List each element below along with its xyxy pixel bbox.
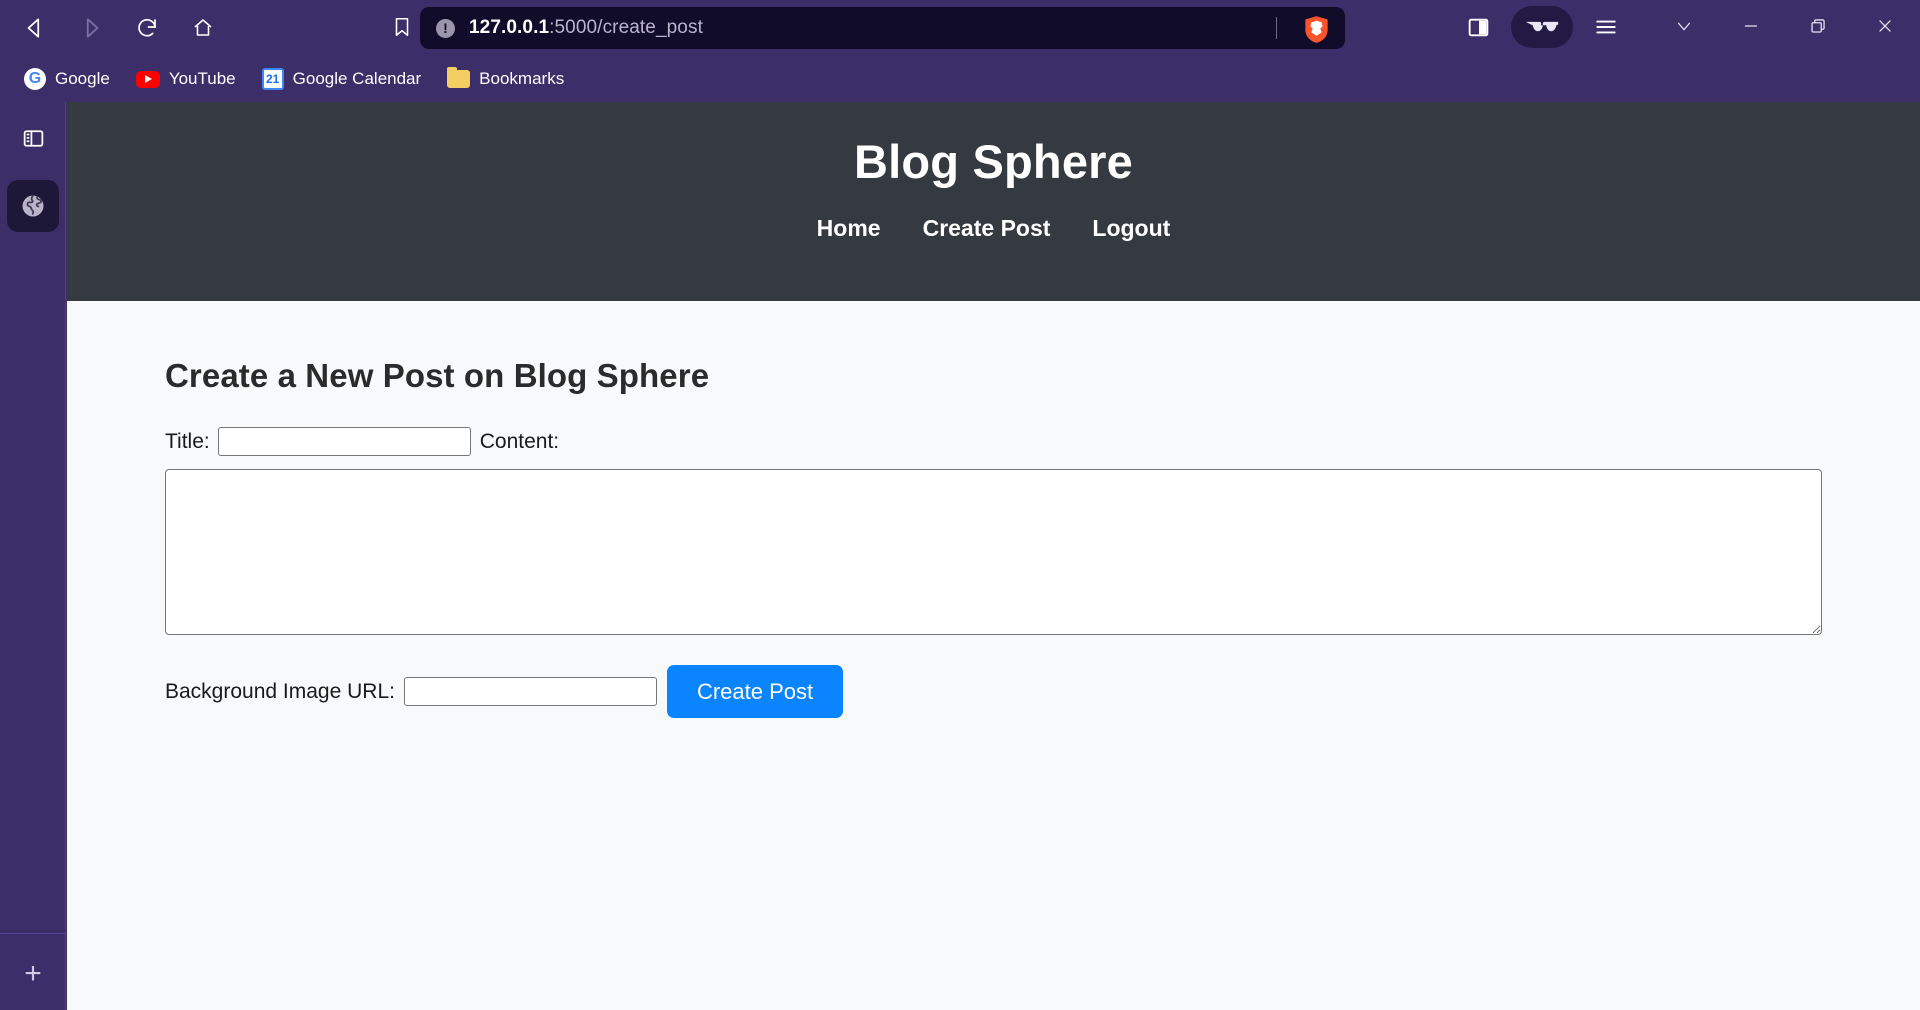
address-host: 127.0.0.1 <box>469 17 550 38</box>
form-heading: Create a New Post on Blog Sphere <box>165 357 710 394</box>
address-path: :5000/create_post <box>549 17 703 38</box>
sidebar-toggle-icon[interactable] <box>11 116 55 160</box>
background-url-field-row: Background Image URL: Create Post <box>165 665 1822 718</box>
title-field-row: Title: Content: <box>165 427 1822 456</box>
bookmark-label: Bookmarks <box>479 69 565 88</box>
browser-side-panel: + <box>0 102 66 1010</box>
bookmark-label: YouTube <box>168 69 236 88</box>
nav-link-home[interactable]: Home <box>817 215 881 242</box>
browser-chrome: ! 127.0.0.1:5000/create_post G Google Yo… <box>0 0 1920 102</box>
background-image-url-label: Background Image URL: <box>165 679 395 703</box>
window-restore-icon[interactable] <box>1784 0 1851 52</box>
background-image-url-input[interactable] <box>403 677 657 706</box>
bookmarks-bar: G Google YouTube 21 Google Calendar Book… <box>0 56 1920 102</box>
browser-toolbar: ! 127.0.0.1:5000/create_post <box>0 0 1920 56</box>
folder-icon <box>447 67 471 88</box>
create-post-button[interactable]: Create Post <box>666 665 844 718</box>
back-icon[interactable] <box>12 5 58 51</box>
sidebar-item-globe[interactable] <box>7 180 59 232</box>
address-bar-divider <box>1276 17 1277 39</box>
sidebar-divider <box>0 933 65 934</box>
site-header: Blog Sphere Home Create Post Logout <box>67 102 1920 301</box>
address-bar-text: 127.0.0.1:5000/create_post <box>469 17 703 39</box>
google-icon: G <box>24 68 46 90</box>
reload-icon[interactable] <box>124 5 170 51</box>
navigation-button-group <box>12 5 226 51</box>
nav-link-create-post[interactable]: Create Post <box>923 215 1051 242</box>
nav-link-logout[interactable]: Logout <box>1092 215 1170 242</box>
create-post-form: Title: Content: Background Image URL: Cr… <box>165 427 1822 718</box>
site-navigation: Home Create Post Logout <box>817 215 1171 242</box>
site-info-icon[interactable]: ! <box>436 18 455 38</box>
split-view-icon[interactable] <box>1455 4 1501 50</box>
title-input[interactable] <box>217 427 471 456</box>
window-expand-icon[interactable] <box>1650 0 1717 52</box>
brave-shields-icon[interactable] <box>1301 14 1331 44</box>
bookmark-icon[interactable] <box>380 5 424 49</box>
youtube-icon <box>135 70 160 88</box>
content-textarea[interactable] <box>165 469 1822 635</box>
bookmark-youtube[interactable]: YouTube <box>126 64 246 94</box>
sidebar-add-icon[interactable]: + <box>11 952 55 996</box>
page-title: Blog Sphere <box>853 135 1133 188</box>
hamburger-menu-icon[interactable] <box>1583 4 1629 50</box>
bookmark-google[interactable]: G Google <box>14 63 120 95</box>
window-close-icon[interactable] <box>1851 0 1918 52</box>
bookmark-google-calendar[interactable]: 21 Google Calendar <box>252 63 432 95</box>
page-viewport: Blog Sphere Home Create Post Logout Crea… <box>67 102 1920 1010</box>
globe-icon <box>22 194 44 217</box>
google-calendar-icon: 21 <box>261 68 284 90</box>
home-icon[interactable] <box>180 5 226 51</box>
bookmark-label: Google <box>55 69 110 88</box>
forward-icon[interactable] <box>68 5 114 51</box>
glasses-icon <box>1525 21 1559 32</box>
bookmark-label: Google Calendar <box>292 69 422 88</box>
window-controls <box>1650 0 1920 52</box>
reader-mode-button[interactable] <box>1511 6 1573 48</box>
main-content: Create a New Post on Blog Sphere Title: … <box>67 301 1920 718</box>
title-label: Title: <box>165 429 210 453</box>
address-bar[interactable]: ! 127.0.0.1:5000/create_post <box>420 7 1345 49</box>
browser-right-tools <box>1455 4 1629 50</box>
window-minimize-icon[interactable] <box>1717 0 1784 52</box>
content-label: Content: <box>479 429 560 453</box>
bookmark-bookmarks-folder[interactable]: Bookmarks <box>437 64 574 94</box>
